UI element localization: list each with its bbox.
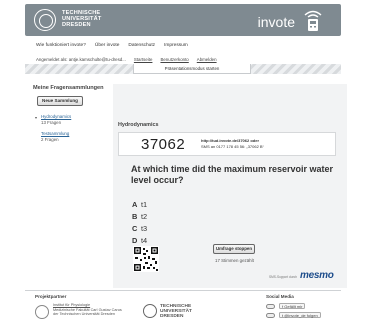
voting-device-icon [304, 10, 322, 31]
social-media-title: Social Media [266, 294, 294, 299]
answer-text: t1 [141, 200, 148, 209]
collection-link[interactable]: Testsammlung [41, 131, 113, 136]
top-nav: Wie funktioniert invote? Über invote Dat… [36, 43, 188, 48]
new-collection-button[interactable]: Neue Sammlung [37, 96, 83, 106]
nav-how-it-works[interactable]: Wie funktioniert invote? [36, 43, 86, 48]
answer-text: t3 [141, 224, 148, 233]
tud-footer-name: TECHNISCHE UNIVERSITÄT DRESDEN [160, 304, 192, 320]
answer-option: A t1 [132, 200, 147, 212]
vote-count: 17 Stimmen gezählt [215, 258, 254, 263]
collection-item: Testsammlung 2 Fragen [33, 131, 113, 142]
logged-in-user: Angemeldet als: antje.kamschulte@tu-dres… [36, 57, 126, 62]
collection-count: 13 Fragen [41, 120, 62, 125]
nav-about[interactable]: Über invote [95, 43, 120, 48]
access-url-line: http://tud.invote.de/37062 oder [201, 138, 260, 143]
collection-count: 2 Fragen [41, 137, 59, 142]
start-presentation-button[interactable]: Präsentationsmodus starten [133, 64, 251, 74]
follow-label: @invote_de folgen [284, 313, 318, 318]
brand-title[interactable]: invote [258, 14, 295, 30]
nav-imprint[interactable]: Impressum [164, 43, 188, 48]
facebook-icon: f [282, 304, 284, 309]
institute-logo [35, 305, 49, 319]
site-header: TECHNISCHE UNIVERSITÄT DRESDEN invote [25, 4, 341, 36]
facebook-like-button[interactable]: f Gefällt mir [279, 303, 306, 309]
twitter-row: t @invote_de folgen [266, 312, 321, 318]
qr-code-icon [133, 246, 159, 272]
twitter-follow-button[interactable]: t @invote_de folgen [279, 312, 321, 318]
link-logout[interactable]: Abmelden [197, 57, 217, 62]
mesmo-logo: mesmo [300, 270, 334, 281]
access-sms-line: SMS an 0177 178 45 56: „37062 B“ [201, 143, 264, 149]
link-account[interactable]: Benutzerkonto [160, 57, 188, 62]
answer-option: C t3 [132, 224, 147, 236]
answer-list: A t1 B t2 C t3 D t4 [132, 200, 147, 248]
link-home[interactable]: Startseite [134, 57, 153, 62]
like-label: Gefällt mir [284, 304, 303, 309]
answer-option: B t2 [132, 212, 147, 224]
sidebar: Meine Fragensammlungen Neue Sammlung ▾ H… [33, 85, 113, 148]
answer-letter: B [132, 212, 138, 221]
question-text: At which time did the maximum reservoir … [131, 164, 334, 185]
presentation-panel: Hydrodynamics 37062 http://tud.invote.de… [113, 84, 347, 288]
stop-poll-button[interactable]: Umfrage stoppen [213, 244, 255, 254]
university-line: DRESDEN [62, 22, 91, 29]
sidebar-title: Meine Fragensammlungen [33, 85, 104, 91]
collection-item: ▾ Hydrodynamics 13 Fragen [33, 114, 113, 125]
collection-title: Hydrodynamics [118, 122, 159, 128]
answer-text: t2 [141, 212, 148, 221]
access-code: 37062 [141, 136, 186, 153]
tud-seal-logo [34, 9, 56, 31]
access-instructions: http://tud.invote.de/37062 oder SMS an 0… [201, 138, 264, 149]
tud-footer-seal-logo [143, 304, 157, 318]
twitter-toggle[interactable] [266, 312, 275, 318]
institute-name: Institut für Physiologie Medizinische Fa… [53, 303, 122, 317]
university-line: DRESDEN [160, 314, 184, 320]
answer-letter: C [132, 224, 138, 233]
footer-divider [25, 290, 341, 291]
twitter-icon: t [282, 313, 284, 318]
nav-privacy[interactable]: Datenschutz [128, 43, 155, 48]
sms-support-label: SMS-Support durch [269, 275, 297, 279]
answer-letter: A [132, 200, 138, 209]
collection-link[interactable]: Hydrodynamics [41, 114, 113, 119]
institute-line: der Technischen Universität Dresden [53, 312, 115, 317]
facebook-toggle[interactable] [266, 303, 275, 309]
expanded-arrow-icon: ▾ [35, 115, 38, 120]
user-nav: Angemeldet als: antje.kamschulte@tu-dres… [36, 57, 217, 62]
university-name: TECHNISCHE UNIVERSITÄT DRESDEN [62, 10, 102, 29]
access-code-box: 37062 http://tud.invote.de/37062 oder SM… [118, 132, 336, 156]
partners-title: Projektpartner [35, 294, 67, 299]
facebook-row: f Gefällt mir [266, 303, 306, 309]
